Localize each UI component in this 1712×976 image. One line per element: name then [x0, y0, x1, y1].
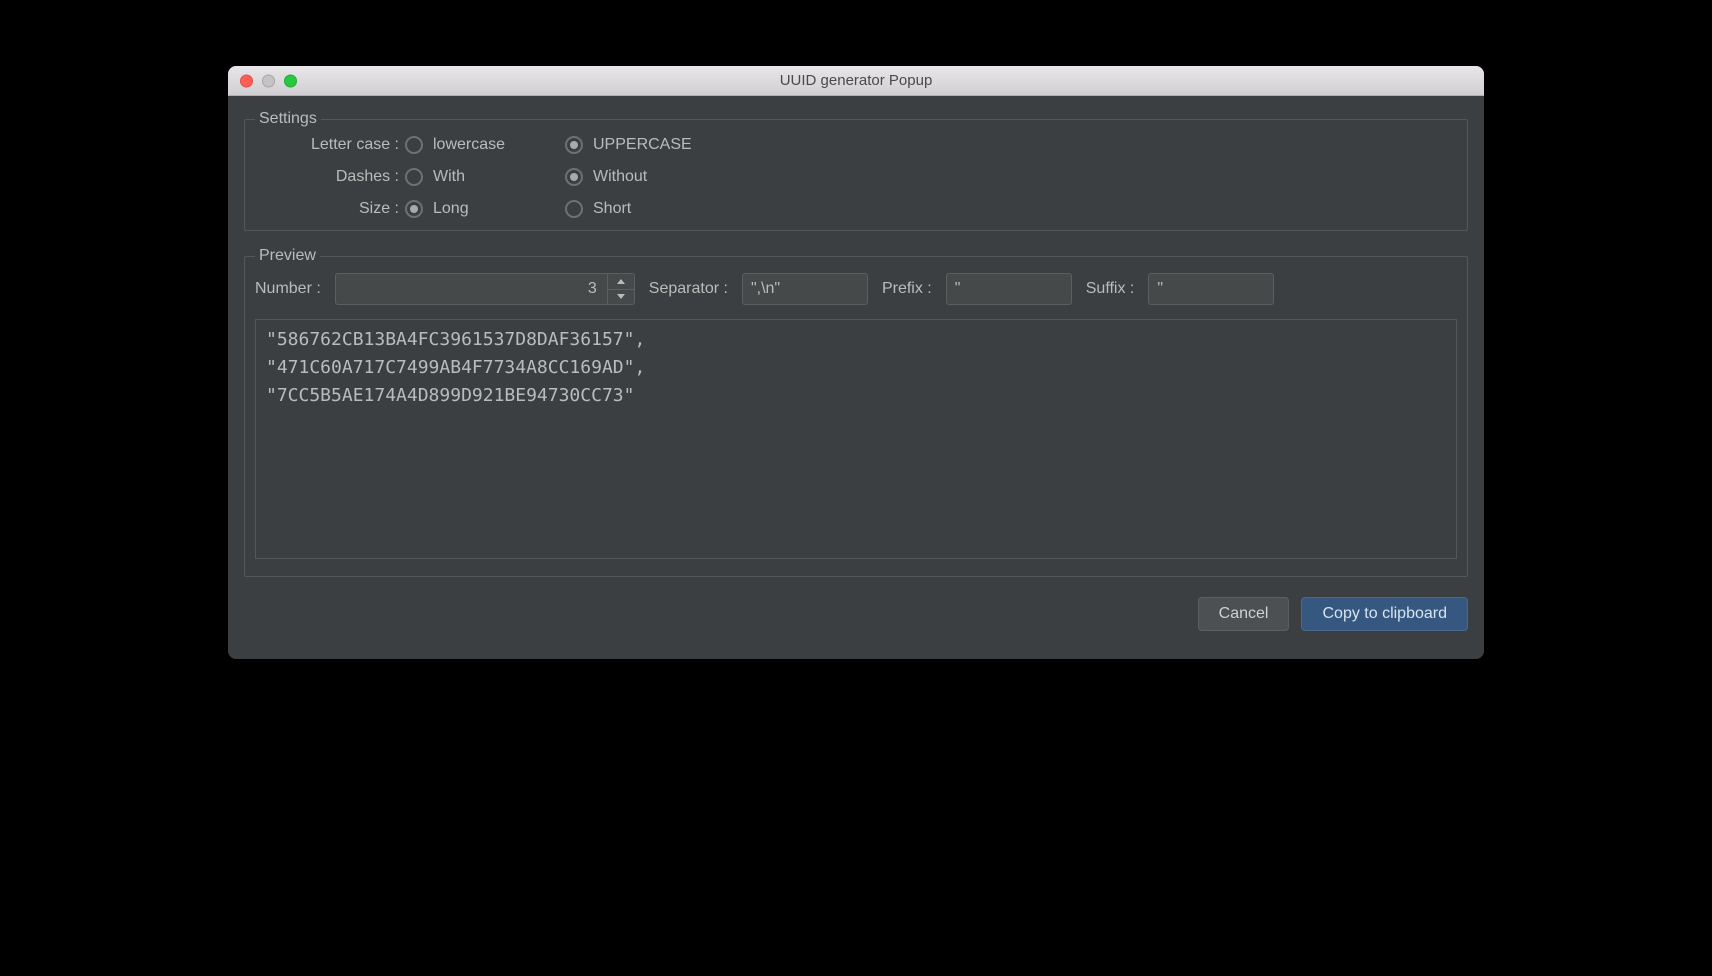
size-label: Size :: [255, 200, 405, 218]
zoom-icon[interactable]: [284, 74, 297, 87]
window-title: UUID generator Popup: [228, 72, 1484, 89]
size-long-radio[interactable]: [405, 200, 423, 218]
separator-label: Separator :: [649, 280, 728, 298]
titlebar: UUID generator Popup: [228, 66, 1484, 96]
preview-group: Preview Number : Separator : Prefix : Su…: [244, 247, 1468, 577]
number-stepper[interactable]: [335, 273, 635, 305]
prefix-input[interactable]: [946, 273, 1072, 305]
dialog-buttons: Cancel Copy to clipboard: [244, 597, 1468, 631]
spinner-buttons: [607, 273, 635, 305]
popup-window: UUID generator Popup Settings Letter cas…: [228, 66, 1484, 659]
settings-group: Settings Letter case : lowercase UPPERCA…: [244, 110, 1468, 231]
dashes-without-label[interactable]: Without: [593, 168, 647, 186]
suffix-input[interactable]: [1148, 273, 1274, 305]
close-icon[interactable]: [240, 74, 253, 87]
cancel-button[interactable]: Cancel: [1198, 597, 1290, 631]
size-short-label[interactable]: Short: [593, 200, 631, 218]
dashes-without-radio[interactable]: [565, 168, 583, 186]
traffic-lights: [240, 74, 297, 87]
settings-legend: Settings: [255, 110, 321, 128]
separator-input[interactable]: [742, 273, 868, 305]
letter-case-label: Letter case :: [255, 136, 405, 154]
number-step-up[interactable]: [608, 274, 634, 289]
dashes-with-label[interactable]: With: [433, 168, 465, 186]
size-short-radio[interactable]: [565, 200, 583, 218]
size-long-label[interactable]: Long: [433, 200, 469, 218]
preview-output[interactable]: [255, 319, 1457, 559]
suffix-label: Suffix :: [1086, 280, 1135, 298]
preview-legend: Preview: [255, 247, 320, 265]
number-label: Number :: [255, 280, 321, 298]
content: Settings Letter case : lowercase UPPERCA…: [228, 96, 1484, 659]
letter-case-lowercase-label[interactable]: lowercase: [433, 136, 505, 154]
copy-to-clipboard-button[interactable]: Copy to clipboard: [1301, 597, 1468, 631]
dashes-with-radio[interactable]: [405, 168, 423, 186]
letter-case-uppercase-radio[interactable]: [565, 136, 583, 154]
number-step-down[interactable]: [608, 289, 634, 305]
prefix-label: Prefix :: [882, 280, 932, 298]
number-input[interactable]: [335, 273, 607, 305]
chevron-up-icon: [617, 279, 625, 284]
dashes-label: Dashes :: [255, 168, 405, 186]
letter-case-lowercase-radio[interactable]: [405, 136, 423, 154]
letter-case-uppercase-label[interactable]: UPPERCASE: [593, 136, 692, 154]
minimize-icon[interactable]: [262, 74, 275, 87]
chevron-down-icon: [617, 294, 625, 299]
